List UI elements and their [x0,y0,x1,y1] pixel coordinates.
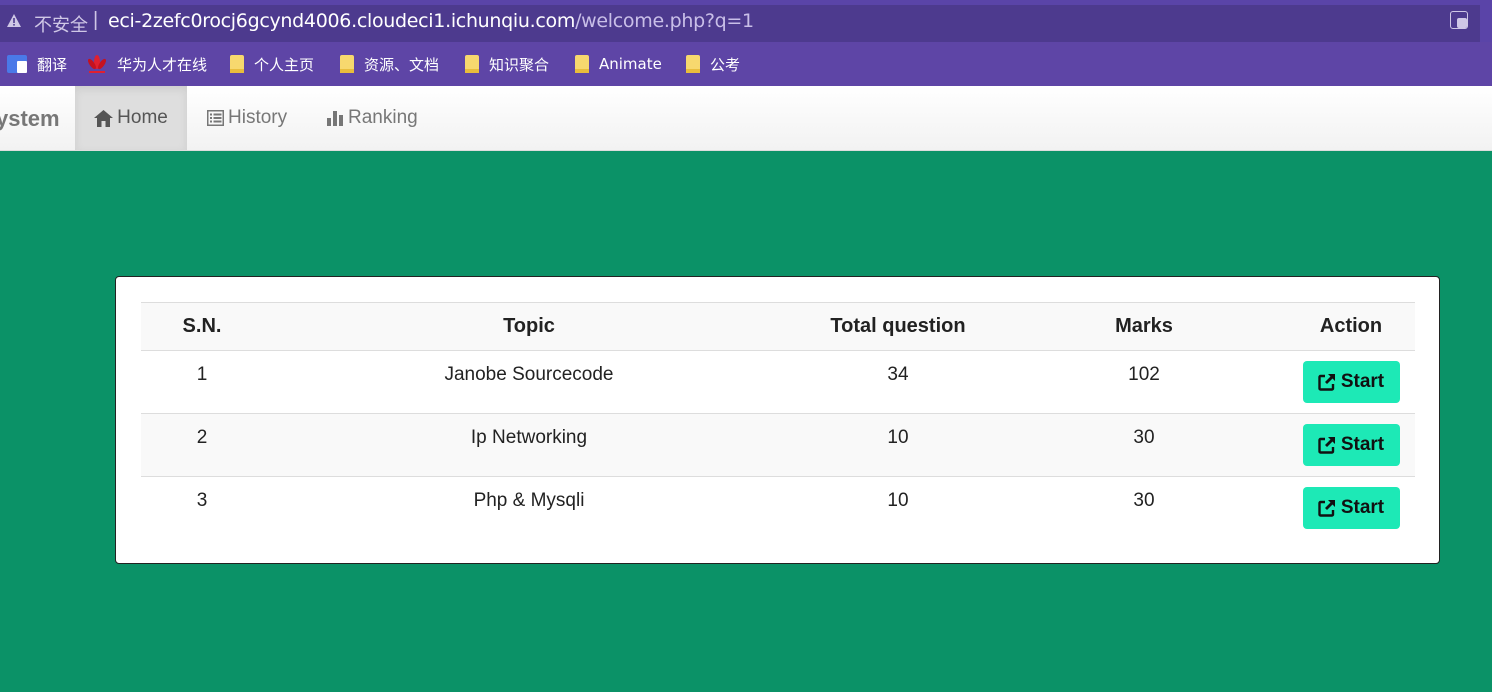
header-total-question: Total question [830,315,966,337]
cell-topic: Php & Mysqli [473,490,585,511]
header-sn: S.N. [182,315,222,337]
url-field[interactable]: eci-2zefc0rocj6gcynd4006.cloudeci1.ichun… [108,10,754,32]
header-action: Action [1319,315,1383,337]
start-button[interactable]: Start [1302,361,1400,403]
nav-history[interactable]: History [207,86,287,150]
cell-action: Start [1287,351,1415,414]
cell-action: Start [1287,477,1415,540]
table-header-row: S.N. Topic Total question Marks Action [141,302,1415,351]
table-row: 1 Janobe Sourcecode 34 102 Start [141,351,1415,414]
folder-icon [465,55,479,73]
folder-icon [575,55,589,73]
bookmark-folder-knowledge[interactable]: 知识聚合 [465,53,549,75]
nav-ranking[interactable]: Ranking [327,86,418,150]
header-marks: Marks [1115,315,1173,337]
bookmark-label: 华为人才在线 [117,55,208,74]
home-icon [94,109,114,127]
bookmark-translate[interactable]: 翻译 [7,53,67,75]
cell-sn: 1 [196,364,208,385]
security-label[interactable]: 不安全 [34,11,88,37]
bookmark-folder-personal[interactable]: 个人主页 [230,53,314,75]
warning-icon[interactable] [7,14,21,27]
folder-icon [340,55,354,73]
url-path: /welcome.php?q=1 [575,10,754,32]
folder-icon [686,55,700,73]
url-host: eci-2zefc0rocj6gcynd4006.cloudeci1.ichun… [108,10,576,32]
start-button-label: Start [1340,371,1385,392]
brand-title[interactable]: ystem [0,106,60,132]
cell-marks: 30 [1133,490,1155,511]
bookmark-label: 资源、文档 [364,55,440,74]
cell-sn: 2 [196,427,208,448]
cell-total-question: 34 [887,364,909,385]
quiz-panel: S.N. Topic Total question Marks Action 1… [115,276,1440,564]
nav-history-label: History [228,107,288,128]
start-button-label: Start [1340,434,1385,455]
start-button[interactable]: Start [1302,424,1400,466]
list-icon [207,110,224,126]
folder-icon [230,55,244,73]
table-row: 2 Ip Networking 10 30 Start [141,413,1415,477]
app-navbar: ystem Home History Ranking [0,86,1492,151]
external-link-icon [1318,500,1335,517]
url-separator: | [93,9,99,31]
cell-marks: 102 [1128,364,1160,385]
cell-sn: 3 [196,490,208,511]
cell-total-question: 10 [887,427,909,448]
start-button-label: Start [1340,497,1385,518]
external-link-icon [1318,374,1335,391]
bookmark-folder-resources[interactable]: 资源、文档 [340,53,439,75]
table-row: 3 Php & Mysqli 10 30 Start [141,477,1415,540]
bookmark-label: Animate [599,55,662,73]
google-translate-icon [7,55,27,73]
nav-home-label: Home [117,107,168,128]
huawei-icon [87,55,107,73]
cell-topic: Ip Networking [470,427,588,448]
translate-icon[interactable] [1450,11,1468,29]
cell-total-question: 10 [887,490,909,511]
header-topic: Topic [503,315,555,337]
quiz-table: S.N. Topic Total question Marks Action 1… [141,302,1415,540]
bookmark-label: 翻译 [37,55,68,74]
browser-address-bar: 不安全 | eci-2zefc0rocj6gcynd4006.cloudeci1… [0,0,1492,42]
start-button[interactable]: Start [1302,487,1400,529]
nav-ranking-label: Ranking [348,107,418,128]
bookmark-huawei[interactable]: 华为人才在线 [87,53,207,75]
bookmark-label: 知识聚合 [489,55,550,74]
bar-chart-icon [327,111,343,126]
cell-action: Start [1287,414,1415,477]
bookmark-folder-animate[interactable]: Animate [575,53,662,75]
cell-marks: 30 [1133,427,1155,448]
bookmark-label: 个人主页 [254,55,315,74]
nav-home[interactable]: Home [75,86,187,150]
external-link-icon [1318,437,1335,454]
bookmark-folder-exam[interactable]: 公考 [686,53,740,75]
cell-topic: Janobe Sourcecode [444,364,614,385]
bookmark-label: 公考 [710,55,741,74]
window-edge [1480,5,1492,42]
bookmarks-bar: 翻译 华为人才在线 个人主页 资源、文档 知识聚合 Animate 公考 [0,42,1492,86]
